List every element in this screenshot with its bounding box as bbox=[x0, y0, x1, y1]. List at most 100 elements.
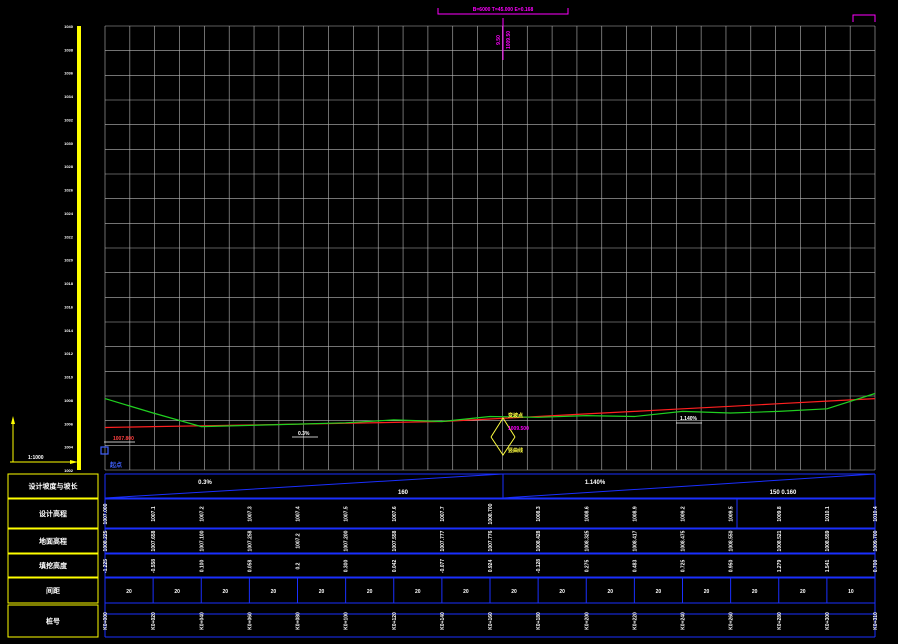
scale-tick-label: 1026 bbox=[64, 188, 74, 193]
profile-drawing: B=6000 T=45.000 E=0.168 9.50 1009.50 104… bbox=[0, 0, 898, 644]
grade-annotation-1: 0.3% bbox=[298, 431, 310, 437]
scale-tick-label: 1040 bbox=[64, 24, 74, 29]
scale-tick-label: 1038 bbox=[64, 47, 74, 52]
design-elev-cell: 1007.000 bbox=[103, 503, 109, 524]
design-elev-cell: 1007.2 bbox=[199, 506, 205, 522]
spacing-cell: 20 bbox=[174, 589, 180, 595]
fill-cut-cell: 0.275 bbox=[584, 560, 590, 573]
scale-tick-label: 1020 bbox=[64, 258, 74, 263]
spacing-cell: 20 bbox=[511, 589, 517, 595]
fill-cut-cell: -1.225 bbox=[103, 559, 109, 573]
scale-tick-label: 1022 bbox=[64, 234, 74, 239]
slope-grade-2: 1.140% bbox=[585, 480, 606, 486]
ground-elev-cell: 1007.776 bbox=[488, 530, 494, 551]
ground-elev-cell: 1007.658 bbox=[151, 530, 157, 551]
pvi-elev-label: 1009.500 bbox=[508, 426, 529, 432]
design-elev-cell: 1007.4 bbox=[296, 506, 302, 522]
station-cell: K0+080 bbox=[296, 612, 302, 630]
design-elev-cell: 1008.700 bbox=[488, 503, 494, 524]
fill-cut-cell: -0.077 bbox=[440, 559, 446, 573]
row-label: 桩号 bbox=[46, 617, 60, 626]
fill-cut-cell: -0.558 bbox=[151, 559, 157, 573]
scale-tick-label: 1012 bbox=[64, 351, 74, 356]
station-cell: K0+220 bbox=[632, 612, 638, 630]
row-label: 填挖高度 bbox=[39, 561, 68, 570]
design-elev-cell: 1009.5 bbox=[729, 506, 735, 522]
design-elev-cell: 1008.6 bbox=[584, 506, 590, 522]
fill-cut-cell: 0.300 bbox=[344, 560, 350, 573]
scale-tick-label: 1010 bbox=[64, 375, 74, 380]
spacing-cell: 20 bbox=[126, 589, 132, 595]
ground-elev-cell: 1008.521 bbox=[777, 530, 783, 551]
station-cell: K0+060 bbox=[247, 612, 253, 630]
row-label: 设计高程 bbox=[39, 509, 67, 518]
fill-cut-cell: 1.541 bbox=[825, 560, 831, 573]
station-cell: K0+040 bbox=[199, 612, 205, 630]
scale-tick-label: 1006 bbox=[64, 421, 74, 426]
design-elev-cell: 1007.5 bbox=[344, 506, 350, 522]
ground-elev-cell: 1008.428 bbox=[536, 530, 542, 551]
fill-cut-cell: 0.725 bbox=[681, 560, 687, 573]
station-cell: K0+160 bbox=[488, 612, 494, 630]
scale-tick-label: 1036 bbox=[64, 71, 74, 76]
scale-tick-label: 1024 bbox=[64, 211, 74, 216]
spacing-cell: 20 bbox=[415, 589, 421, 595]
scale-tick-label: 1018 bbox=[64, 281, 74, 286]
fill-cut-cell: -0.128 bbox=[536, 559, 542, 573]
spacing-cell: 20 bbox=[223, 589, 229, 595]
ground-elev-cell: 1007.558 bbox=[392, 530, 398, 551]
pvi-label: 变坡点 bbox=[508, 412, 523, 419]
start-elev-annotation: 1007.800 bbox=[113, 436, 134, 442]
fill-cut-cell: 0.483 bbox=[632, 560, 638, 573]
spacing-cell: 20 bbox=[752, 589, 758, 595]
ground-elev-cell: 1008.475 bbox=[681, 530, 687, 551]
station-cell: K0+180 bbox=[536, 612, 542, 630]
fill-cut-cell: 0.700 bbox=[873, 560, 879, 573]
spacing-cell: 20 bbox=[608, 589, 614, 595]
design-elev-cell: 1009.2 bbox=[681, 506, 687, 522]
station-cell: K0+200 bbox=[584, 612, 590, 630]
ground-elev-cell: 1009.700 bbox=[873, 530, 879, 551]
ground-elev-cell: 1007.100 bbox=[199, 530, 205, 551]
elevation-scale-bar bbox=[77, 26, 81, 470]
fill-cut-cell: 1.279 bbox=[777, 560, 783, 573]
vertical-curve-label-2: 1009.50 bbox=[506, 31, 512, 49]
design-elev-cell: 1007.6 bbox=[392, 506, 398, 522]
ground-elev-cell: 1007.2 bbox=[296, 533, 302, 549]
row-label: 设计坡度与坡长 bbox=[29, 482, 79, 491]
design-elev-cell: 1009.8 bbox=[777, 506, 783, 522]
ground-elev-cell: 1007.777 bbox=[440, 530, 446, 551]
spacing-cell: 20 bbox=[704, 589, 710, 595]
scale-tick-label: 1030 bbox=[64, 141, 74, 146]
scale-tick-label: 1034 bbox=[64, 94, 74, 99]
station-cell: K0+140 bbox=[440, 612, 446, 630]
scale-tick-label: 1002 bbox=[64, 468, 74, 473]
grade-annotation-2: 1.140% bbox=[680, 416, 698, 422]
station-cell: K0+120 bbox=[392, 612, 398, 630]
station-cell: K0+000 bbox=[103, 612, 109, 630]
fill-cut-cell: 0.100 bbox=[199, 560, 205, 573]
ground-elev-cell: 1008.550 bbox=[729, 530, 735, 551]
fill-cut-cell: 0.924 bbox=[488, 560, 494, 573]
slope-grade-1: 0.3% bbox=[198, 480, 212, 486]
spacing-cell: 20 bbox=[463, 589, 469, 595]
station-cell: K0+300 bbox=[825, 612, 831, 630]
spacing-cell: 20 bbox=[367, 589, 373, 595]
scale-tick-label: 1008 bbox=[64, 398, 74, 403]
design-elev-cell: 1008.3 bbox=[536, 506, 542, 522]
design-elev-cell: 1007.3 bbox=[247, 506, 253, 522]
spacing-cell: 20 bbox=[319, 589, 325, 595]
scale-label: 1:1000 bbox=[28, 455, 44, 461]
top-label-text: B=6000 T=45.000 E=0.168 bbox=[473, 7, 534, 13]
spacing-cell: 20 bbox=[800, 589, 806, 595]
station-cell: K0+260 bbox=[729, 612, 735, 630]
fill-cut-cell: 0.2 bbox=[296, 562, 302, 569]
ground-elev-cell: 1008.417 bbox=[632, 530, 638, 551]
vertical-curve-type-label: 竖曲线 bbox=[508, 447, 523, 454]
design-elev-cell: 1007.7 bbox=[440, 506, 446, 522]
ground-elev-cell: 1007.258 bbox=[247, 530, 253, 551]
spacing-cell: 20 bbox=[656, 589, 662, 595]
fill-cut-cell: 0.058 bbox=[247, 560, 253, 573]
scale-tick-label: 1004 bbox=[64, 445, 74, 450]
fill-cut-cell: 0.042 bbox=[392, 560, 398, 573]
